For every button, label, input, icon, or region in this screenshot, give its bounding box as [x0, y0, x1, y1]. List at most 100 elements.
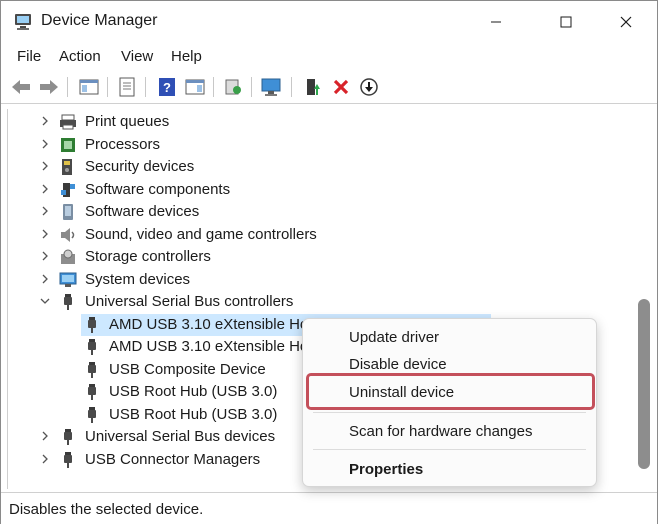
properties-icon	[119, 77, 135, 97]
close-button[interactable]	[603, 1, 649, 43]
properties-button[interactable]	[115, 75, 139, 99]
toolbar-separator	[251, 77, 252, 97]
chevron-right-icon[interactable]	[39, 430, 51, 442]
tree-category-item[interactable]: Storage controllers	[1, 246, 635, 268]
chevron-right-icon[interactable]	[39, 183, 51, 195]
title-bar[interactable]: Device Manager	[1, 1, 657, 43]
update-driver-icon	[307, 79, 320, 95]
enable-device-button[interactable]	[357, 75, 381, 99]
scan-hardware-button[interactable]	[221, 75, 245, 99]
forward-button[interactable]	[37, 75, 61, 99]
menu-file[interactable]: File	[17, 48, 41, 65]
tree-item-label: Processors	[85, 136, 161, 153]
chevron-right-icon[interactable]	[39, 228, 51, 240]
tree-item-label: Software components	[85, 181, 231, 198]
toolbar: ?	[1, 71, 657, 104]
usb-icon	[64, 294, 72, 310]
help-icon: ?	[159, 78, 175, 96]
tree-category-item[interactable]: Universal Serial Bus controllers	[1, 291, 635, 313]
action-pane-icon	[185, 79, 205, 95]
tree-item-label: System devices	[85, 271, 191, 288]
window-title: Device Manager	[41, 12, 158, 29]
tree-category-item[interactable]: Processors	[1, 134, 635, 156]
back-arrow-icon	[12, 80, 30, 94]
monitor-button[interactable]	[259, 75, 283, 99]
speaker-icon	[61, 228, 75, 242]
ctx-properties[interactable]: Properties	[349, 461, 423, 478]
chevron-right-icon[interactable]	[39, 273, 51, 285]
uninstall-highlight-annotation	[306, 373, 595, 410]
tree-item-label: AMD USB 3.10 eXtensible Host	[109, 338, 320, 355]
tree-category-item[interactable]: Software components	[1, 179, 635, 201]
help-button[interactable]: ?	[155, 75, 179, 99]
toolbar-separator	[107, 77, 108, 97]
tree-category-item[interactable]: Software devices	[1, 201, 635, 223]
close-icon	[620, 16, 632, 28]
maximize-icon	[560, 16, 572, 28]
toolbar-separator	[213, 77, 214, 97]
tree-item-label: AMD USB 3.10 eXtensible Host	[109, 316, 320, 333]
tree-category-item[interactable]: Security devices	[1, 156, 635, 178]
scan-hardware-icon	[225, 79, 241, 95]
software-component-icon	[61, 183, 75, 197]
menu-action[interactable]: Action	[59, 48, 101, 65]
download-circle-icon	[360, 78, 378, 96]
chevron-right-icon[interactable]	[39, 250, 51, 262]
usb-icon	[64, 429, 72, 445]
scrollbar-thumb[interactable]	[638, 299, 650, 469]
toolbar-separator	[67, 77, 68, 97]
usb-icon	[88, 317, 96, 333]
monitor-icon	[261, 78, 281, 96]
action-pane-button[interactable]	[183, 75, 207, 99]
maximize-button[interactable]	[543, 1, 589, 43]
tree-item-label: USB Root Hub (USB 3.0)	[109, 383, 278, 400]
processor-icon	[61, 138, 75, 152]
uninstall-x-icon	[333, 79, 349, 95]
usb-icon	[88, 384, 96, 400]
menu-bar: File Action View Help	[1, 43, 657, 71]
printer-icon	[60, 114, 76, 130]
svg-text:?: ?	[163, 80, 171, 95]
security-device-icon	[62, 159, 72, 175]
tree-item-label: Security devices	[85, 158, 195, 175]
tree-item-label: USB Root Hub (USB 3.0)	[109, 406, 278, 423]
system-device-icon	[59, 272, 77, 287]
chevron-right-icon[interactable]	[39, 115, 51, 127]
chevron-down-icon[interactable]	[39, 295, 51, 307]
menu-help[interactable]: Help	[171, 48, 202, 65]
software-device-icon	[63, 204, 73, 220]
uninstall-button[interactable]	[329, 75, 353, 99]
tree-item-label: Universal Serial Bus devices	[85, 428, 276, 445]
chevron-right-icon[interactable]	[39, 205, 51, 217]
tree-item-label: Sound, video and game controllers	[85, 226, 317, 243]
minimize-button[interactable]	[473, 1, 519, 43]
menu-view[interactable]: View	[121, 48, 153, 65]
chevron-right-icon[interactable]	[39, 453, 51, 465]
tree-item-label: USB Connector Managers	[85, 451, 261, 468]
tree-item-label: Universal Serial Bus controllers	[85, 293, 294, 310]
ctx-separator	[313, 449, 586, 450]
ctx-disable-device[interactable]: Disable device	[349, 356, 447, 373]
ctx-update-driver[interactable]: Update driver	[349, 329, 439, 346]
forward-arrow-icon	[40, 80, 58, 94]
status-text: Disables the selected device.	[9, 501, 204, 518]
device-manager-app-icon	[15, 14, 31, 30]
minimize-icon	[491, 21, 501, 23]
usb-icon	[88, 407, 96, 423]
usb-icon	[64, 452, 72, 468]
ctx-separator	[313, 412, 586, 413]
show-hide-tree-button[interactable]	[77, 75, 101, 99]
usb-icon	[88, 362, 96, 378]
chevron-right-icon[interactable]	[39, 160, 51, 172]
chevron-right-icon[interactable]	[39, 138, 51, 150]
tree-category-item[interactable]: System devices	[1, 269, 635, 291]
tree-item-label: USB Composite Device	[109, 361, 266, 378]
back-button[interactable]	[9, 75, 33, 99]
tree-category-item[interactable]: Sound, video and game controllers	[1, 224, 635, 246]
ctx-scan-hardware[interactable]: Scan for hardware changes	[349, 423, 532, 440]
tree-item-label: Print queues	[85, 113, 170, 130]
update-driver-button[interactable]	[301, 75, 325, 99]
tree-category-item[interactable]: Print queues	[1, 111, 635, 133]
usb-icon	[88, 339, 96, 355]
tree-item-label: Software devices	[85, 203, 200, 220]
